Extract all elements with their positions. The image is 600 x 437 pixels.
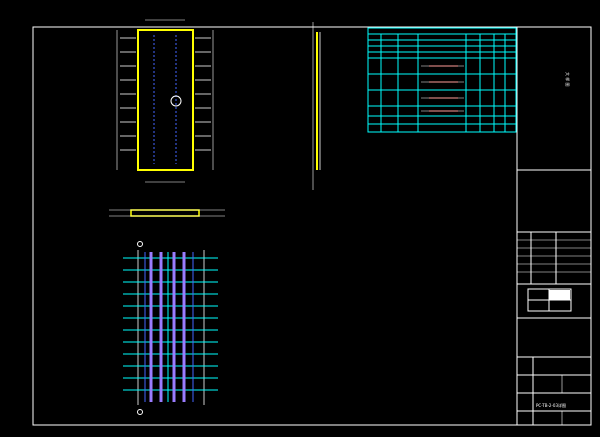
vertical-section <box>312 22 321 190</box>
circle-marker <box>137 409 143 415</box>
drawing-title: PC-TB-2-03详图 <box>536 402 566 408</box>
vertical-note: 大 样 图 <box>565 72 571 87</box>
rebar-schedule-table <box>367 27 517 133</box>
circle-marker <box>137 241 143 247</box>
title-block <box>516 27 591 425</box>
small-elevation <box>109 209 225 217</box>
cad-drawing-canvas[interactable]: 大 样 图 PC-TB-2-03详图 <box>0 0 600 437</box>
plan-view <box>116 19 214 183</box>
rebar-view <box>123 241 218 415</box>
plan-ticks <box>120 37 211 151</box>
